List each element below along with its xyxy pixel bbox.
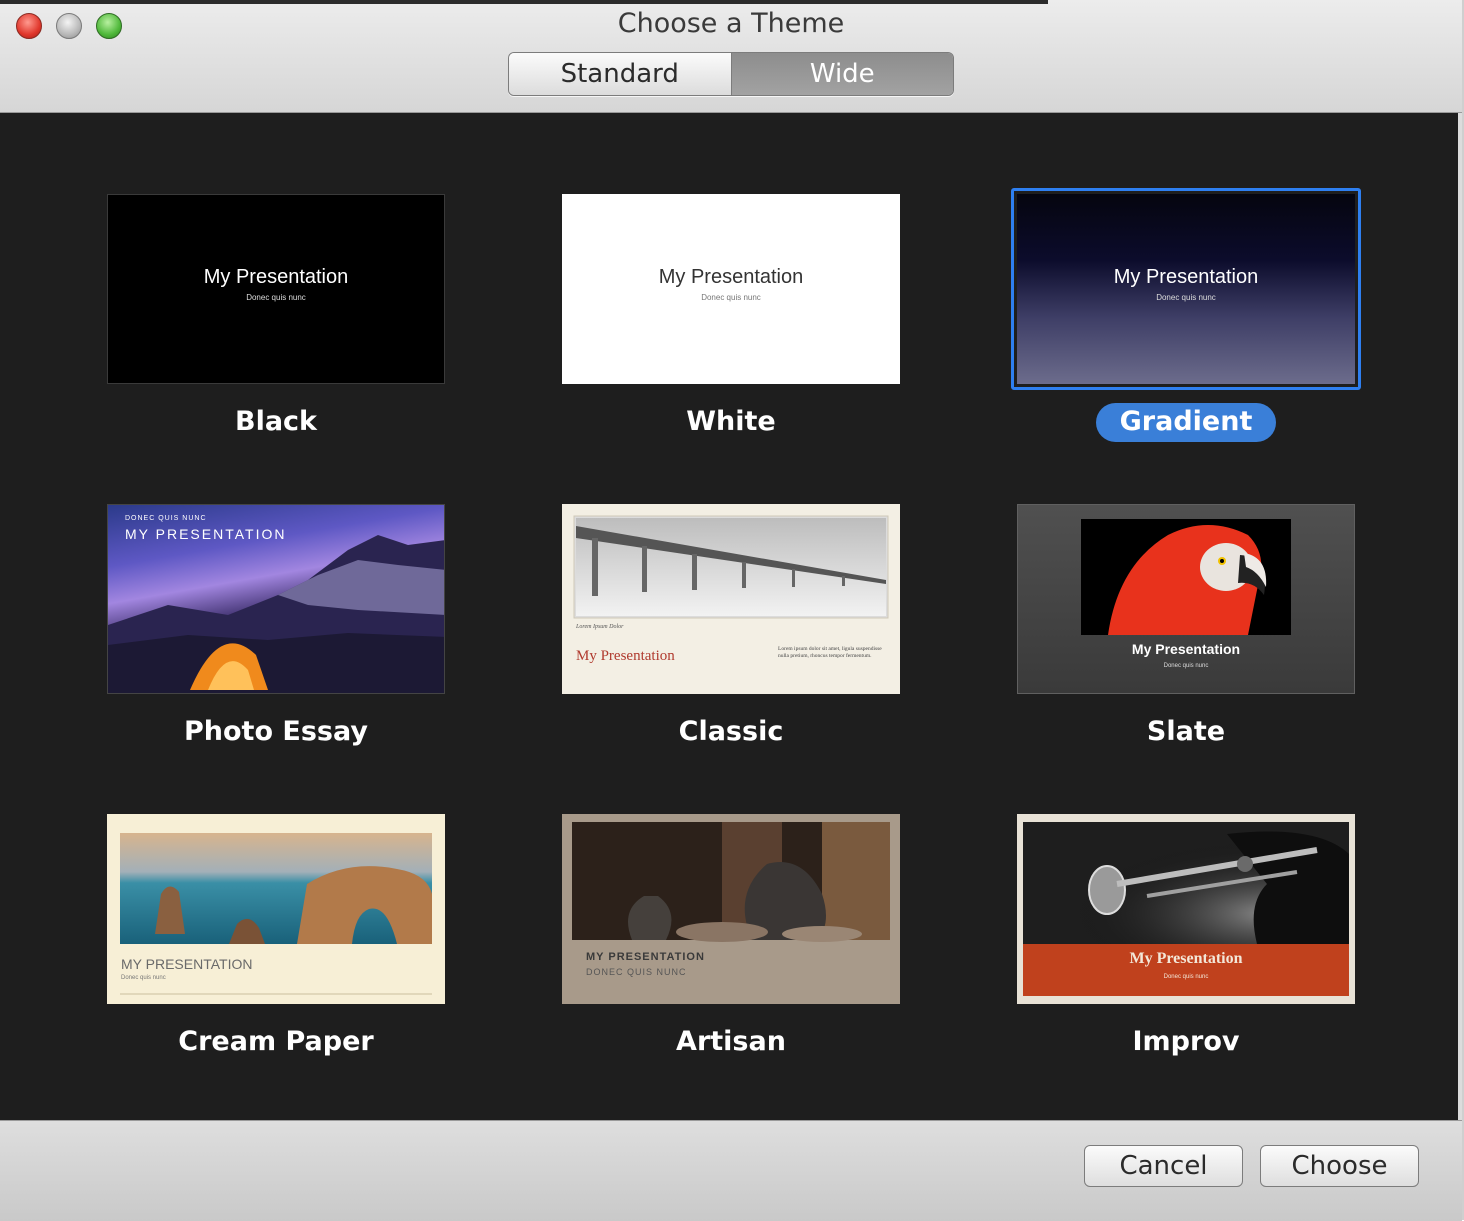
theme-name: Slate [1146, 716, 1226, 747]
bridge-photo-image [573, 515, 889, 619]
segment-standard[interactable]: Standard [509, 53, 732, 95]
theme-label-cream-paper[interactable]: Cream Paper [107, 1026, 445, 1057]
title-bar: Choose a Theme Standard Wide [0, 0, 1462, 113]
theme-label-artisan[interactable]: Artisan [562, 1026, 900, 1057]
title-bar-edge [0, 0, 1048, 4]
theme-name: Photo Essay [184, 716, 368, 747]
theme-name: Artisan [676, 1026, 786, 1057]
theme-label-gradient[interactable]: Gradient [1017, 403, 1355, 442]
thumb-subtitle: Donec quis nunc [1163, 974, 1209, 980]
thumb-kicker: DONEC QUIS NUNC [125, 515, 207, 522]
thumb-title: My Presentation [203, 266, 349, 288]
theme-name: Improv [1132, 1026, 1240, 1057]
thumb-subtitle: DONEC QUIS NUNC [586, 967, 687, 977]
theme-label-slate[interactable]: Slate [1017, 716, 1355, 747]
thumb-subtitle: Donec quis nunc [121, 975, 166, 981]
theme-thumbnail-slate[interactable]: My Presentation Donec quis nunc [1017, 504, 1355, 694]
selection-highlight [1011, 188, 1361, 390]
theme-label-improv[interactable]: Improv [1017, 1026, 1355, 1057]
window-title: Choose a Theme [617, 8, 845, 39]
theme-thumbnail-improv[interactable]: My Presentation Donec quis nunc [1017, 814, 1355, 1004]
theme-thumbnail-artisan[interactable]: MY PRESENTATION DONEC QUIS NUNC [562, 814, 900, 1004]
theme-thumbnail-cream-paper[interactable]: MY PRESENTATION Donec quis nunc [107, 814, 445, 1004]
thumb-subtitle: Donec quis nunc [246, 293, 306, 302]
segment-wide[interactable]: Wide [731, 53, 953, 95]
theme-label-classic[interactable]: Classic [562, 716, 900, 747]
theme-label-white[interactable]: White [562, 406, 900, 437]
theme-label-photo-essay[interactable]: Photo Essay [107, 716, 445, 747]
slide-size-segmented-control: Standard Wide [508, 52, 954, 96]
theme-name: Gradient [1095, 403, 1277, 442]
thumb-caption: Lorem Ipsum Dolor [576, 624, 624, 630]
thumb-subtitle: Donec quis nunc [701, 293, 761, 302]
theme-name: Classic [678, 716, 784, 747]
theme-thumbnail-white[interactable]: My Presentation Donec quis nunc [562, 194, 900, 384]
theme-name: Cream Paper [178, 1026, 374, 1057]
theme-label-black[interactable]: Black [107, 406, 445, 437]
cancel-button[interactable]: Cancel [1084, 1145, 1243, 1187]
thumb-title: MY PRESENTATION [121, 956, 253, 972]
thumb-title: MY PRESENTATION [125, 526, 287, 542]
thumb-title: My Presentation [1129, 950, 1243, 967]
thumb-body: Lorem ipsum dolor sit amet, ligula suspe… [778, 646, 882, 659]
thumb-subtitle: Donec quis nunc [1163, 663, 1209, 669]
theme-thumbnail-black[interactable]: My Presentation Donec quis nunc [107, 194, 445, 384]
thumb-title: MY PRESENTATION [586, 951, 705, 963]
theme-name: Black [234, 406, 317, 437]
theme-chooser-window: Choose a Theme Standard Wide My Presenta… [0, 0, 1462, 1221]
theme-thumbnail-photo-essay[interactable]: DONEC QUIS NUNC MY PRESENTATION [107, 504, 445, 694]
theme-name: White [686, 406, 776, 437]
theme-thumbnail-classic[interactable]: Lorem Ipsum Dolor My Presentation Lorem … [562, 504, 900, 694]
choose-button[interactable]: Choose [1260, 1145, 1419, 1187]
thumb-title: My Presentation [576, 648, 675, 664]
thumb-title: My Presentation [1131, 641, 1241, 657]
thumb-title: My Presentation [658, 266, 804, 288]
